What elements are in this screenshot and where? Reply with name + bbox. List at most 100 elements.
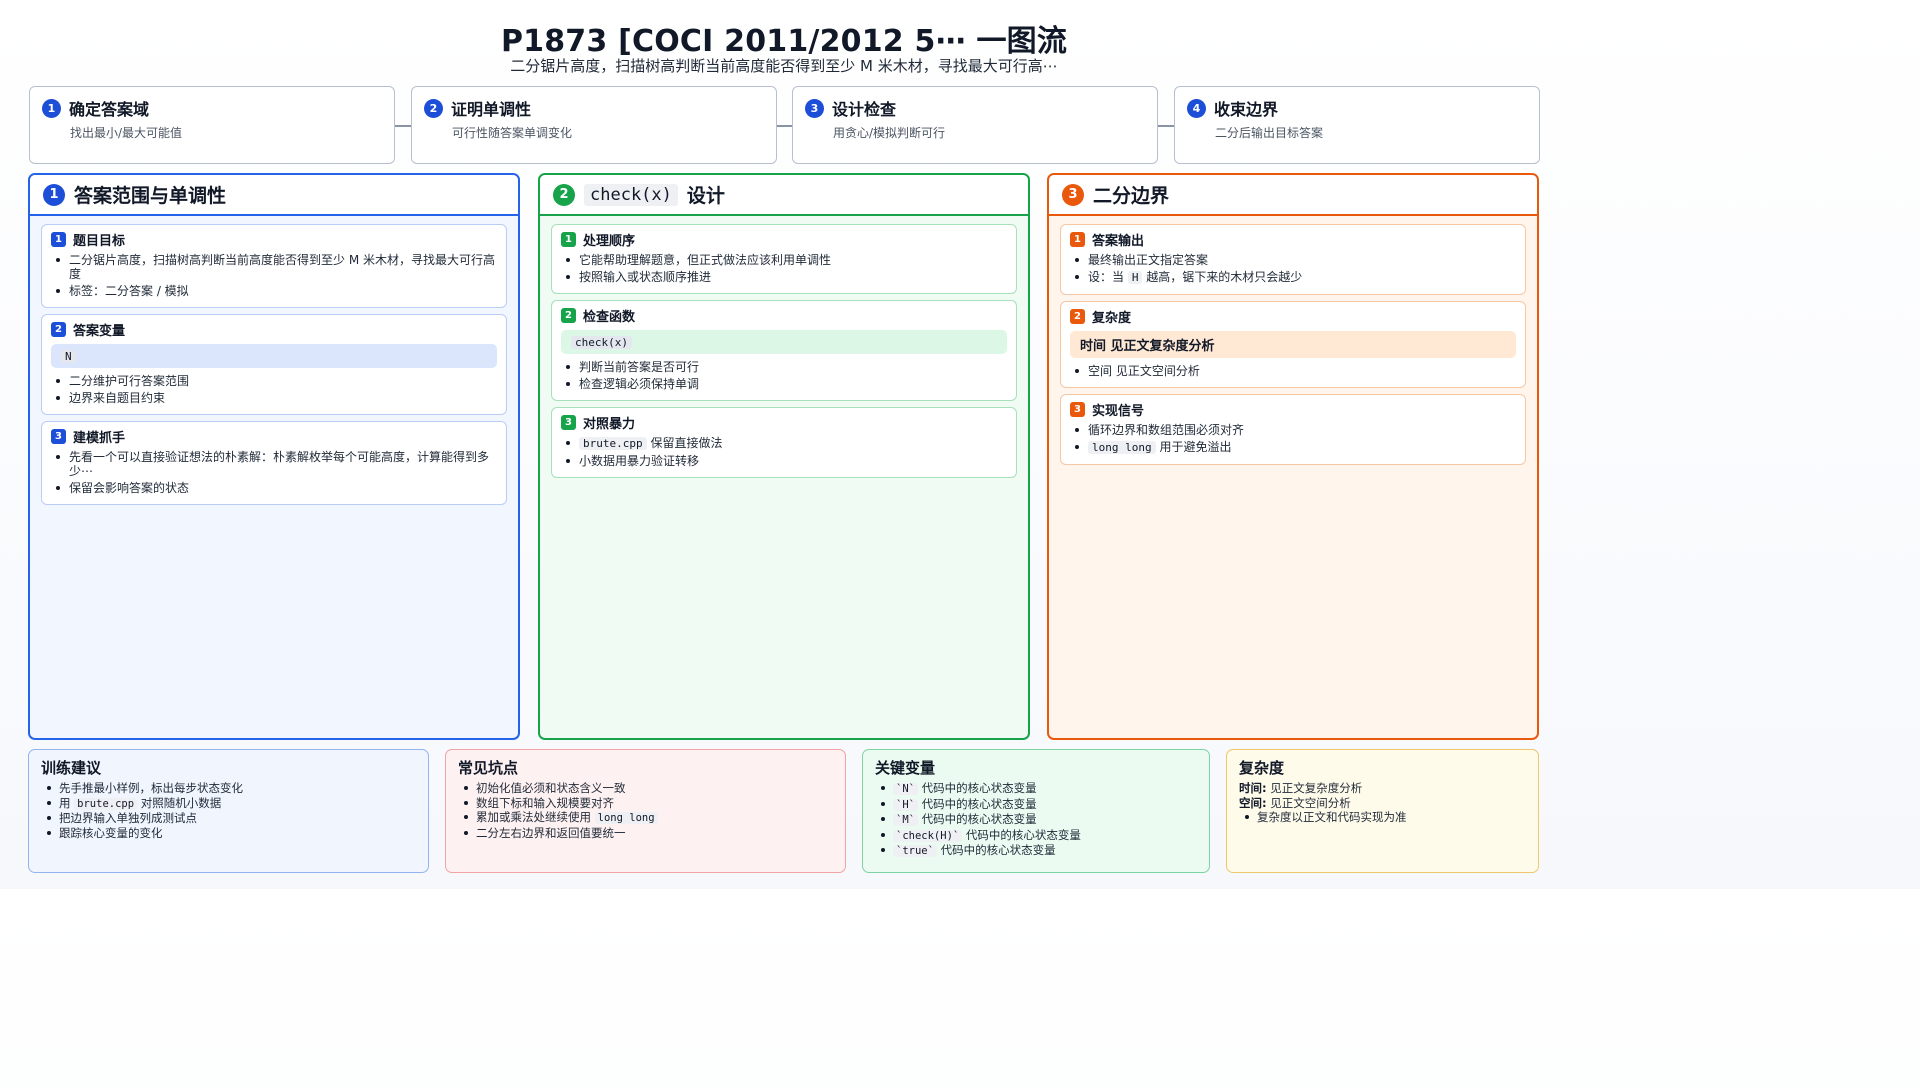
list-item-text: 设：当 (1088, 270, 1125, 284)
kv-label: 空间: (1239, 795, 1267, 810)
step-card-1: 1 确定答案域 找出最小/最大可能值 (29, 86, 395, 164)
step-card-2: 2 证明单调性 可行性随答案单调变化 (411, 86, 777, 164)
kv-value: 见正文空间分析 (1270, 795, 1351, 810)
list-item: 累加或乘法处继续使用 long long (458, 810, 834, 826)
step-connector (395, 125, 411, 127)
list-item: 先手推最小样例，标出每步状态变化 (41, 781, 417, 796)
list-item: `H` 代码中的核心状态变量 (875, 797, 1198, 813)
step-card-3: 3 设计检查 用贪心/模拟判断可行 (792, 86, 1158, 164)
card-title: 答案输出 (1092, 234, 1145, 249)
card-title: 常见坑点 (458, 759, 519, 777)
card-title: 复杂度 (1092, 311, 1132, 326)
list-item: 最终输出正文指定答案 (1070, 253, 1516, 267)
column-number-badge: 3 (1062, 183, 1084, 206)
list-item: 检查逻辑必须保持单调 (561, 377, 1007, 391)
card-number-badge: 1 (51, 232, 66, 247)
card-number-badge: 1 (561, 232, 576, 247)
column-header: 1 答案范围与单调性 (30, 175, 518, 216)
list-item: long long 用于避免溢出 (1070, 440, 1516, 455)
step-desc: 可行性随答案单调变化 (452, 126, 573, 140)
card-title: 训练建议 (41, 759, 102, 777)
list-item: 循环边界和数组范围必须对齐 (1070, 423, 1516, 437)
column-answer-range: 1 答案范围与单调性 1 题目目标 二分锯片高度，扫描树高判断当前高度能否得到至少… (28, 173, 520, 740)
step-desc: 用贪心/模拟判断可行 (833, 126, 946, 140)
card-answer-output: 1 答案输出 最终输出正文指定答案 设：当 H 越高，锯下来的木材只会越少 (1060, 224, 1526, 295)
list-item-text: 对照随机小数据 (140, 795, 222, 810)
step-title: 确定答案域 (69, 100, 150, 119)
list-item-text: 用 (59, 795, 71, 810)
list-item-text: 用于避免溢出 (1159, 440, 1232, 454)
list-item: 先看一个可以直接验证想法的朴素解：朴素解枚举每个可能高度，计算能得到多少⋯ (51, 450, 497, 478)
step-card-4: 4 收束边界 二分后输出目标答案 (1174, 86, 1540, 164)
list-item-text: 保留直接做法 (650, 436, 723, 450)
card-complexity: 2 复杂度 时间 见正文复杂度分析 空间 见正文空间分析 (1060, 301, 1526, 388)
highlight-box: N (51, 344, 497, 368)
list-item: 跟踪核心变量的变化 (41, 826, 417, 841)
time-complexity: 时间: 见正文复杂度分析 (1239, 781, 1527, 796)
card-check-function: 2 检查函数 check(x) 判断当前答案是否可行 检查逻辑必须保持单调 (551, 300, 1017, 401)
card-title: 处理顺序 (583, 234, 636, 249)
list-item: 数组下标和输入规模要对齐 (458, 796, 834, 811)
list-item-text: 累加或乘法处继续使用 (476, 810, 591, 824)
card-title: 关键变量 (875, 759, 936, 777)
list-item: 复杂度以正文和代码实现为准 (1239, 810, 1527, 825)
code-token: long long (1088, 441, 1156, 454)
list-item-text: 代码中的核心状态变量 (921, 781, 1037, 795)
list-item: brute.cpp 保留直接做法 (561, 436, 1007, 451)
column-title: 设计 (686, 185, 725, 207)
highlight-box: 时间 见正文复杂度分析 (1070, 331, 1516, 358)
code-token: `M` (893, 814, 918, 826)
step-title: 设计检查 (832, 100, 897, 119)
highlight-box: check(x) (561, 330, 1007, 354)
card-number-badge: 2 (51, 322, 66, 337)
list-item-text: 越高，锯下来的木材只会越少 (1146, 270, 1303, 284)
card-number-badge: 1 (1070, 232, 1085, 247)
code-token: `H` (893, 798, 918, 811)
page-title: P1873 [COCI 2011/2012 5⋯ 一图流 (500, 24, 1068, 59)
step-connector (777, 125, 793, 127)
card-title: 建模抓手 (73, 431, 126, 446)
step-desc: 二分后输出目标答案 (1215, 126, 1324, 140)
training-tips-card: 训练建议 先手推最小样例，标出每步状态变化 用 brute.cpp 对照随机小数… (28, 749, 429, 873)
card-title: 题目目标 (73, 234, 126, 249)
card-title: 检查函数 (583, 310, 636, 325)
card-number-badge: 2 (561, 308, 576, 323)
column-binary-bounds: 3 二分边界 1 答案输出 最终输出正文指定答案 设：当 H 越高，锯下来的木材只… (1047, 173, 1539, 740)
code-token: `check(H)` (893, 829, 963, 842)
code-token: long long (594, 812, 658, 824)
pitfalls-card: 常见坑点 初始化值必须和状态含义一致 数组下标和输入规模要对齐 累加或乘法处继续… (445, 749, 846, 873)
list-item: 二分维护可行答案范围 (51, 374, 497, 388)
list-item: 初始化值必须和状态含义一致 (458, 781, 834, 796)
card-title: 复杂度 (1239, 759, 1285, 777)
list-item-text: 代码中的核心状态变量 (921, 796, 1037, 811)
list-item: `check(H)` 代码中的核心状态变量 (875, 828, 1198, 844)
column-title: 答案范围与单调性 (74, 185, 227, 207)
list-item: `true` 代码中的核心状态变量 (875, 843, 1198, 859)
list-item: 保留会影响答案的状态 (51, 481, 497, 495)
code-token: N (61, 349, 76, 363)
list-item: 它能帮助理解题意，但正式做法应该利用单调性 (561, 253, 1007, 267)
list-item: 按照输入或状态顺序推进 (561, 270, 1007, 284)
card-processing-order: 1 处理顺序 它能帮助理解题意，但正式做法应该利用单调性 按照输入或状态顺序推进 (551, 224, 1017, 294)
list-item: `N` 代码中的核心状态变量 (875, 781, 1198, 797)
list-item-text: 代码中的核心状态变量 (965, 827, 1081, 842)
code-token: brute.cpp (74, 797, 138, 810)
space-complexity: 空间: 见正文空间分析 (1239, 796, 1527, 811)
card-modeling-hint: 3 建模抓手 先看一个可以直接验证想法的朴素解：朴素解枚举每个可能高度，计算能得到… (41, 421, 507, 505)
column-number-badge: 1 (43, 183, 65, 206)
card-number-badge: 3 (1070, 402, 1085, 417)
list-item: 二分锯片高度，扫描树高判断当前高度能否得到至少 M 米木材，寻找最大可行高度 (51, 253, 497, 281)
list-item: 设：当 H 越高，锯下来的木材只会越少 (1070, 270, 1516, 285)
card-number-badge: 2 (1070, 309, 1085, 324)
column-number-badge: 2 (553, 183, 575, 206)
step-number-badge: 3 (805, 98, 824, 118)
card-answer-variable: 2 答案变量 N 二分维护可行答案范围 边界来自题目约束 (41, 314, 507, 415)
card-problem-goal: 1 题目目标 二分锯片高度，扫描树高判断当前高度能否得到至少 M 米木材，寻找最大… (41, 224, 507, 308)
list-item: 空间 见正文空间分析 (1070, 364, 1516, 378)
list-item: 把边界输入单独列成测试点 (41, 811, 417, 826)
list-item: 边界来自题目约束 (51, 391, 497, 405)
column-title-code: check(x) (584, 183, 678, 206)
card-number-badge: 3 (561, 415, 576, 430)
list-item: 用 brute.cpp 对照随机小数据 (41, 796, 417, 812)
list-item: 判断当前答案是否可行 (561, 360, 1007, 374)
